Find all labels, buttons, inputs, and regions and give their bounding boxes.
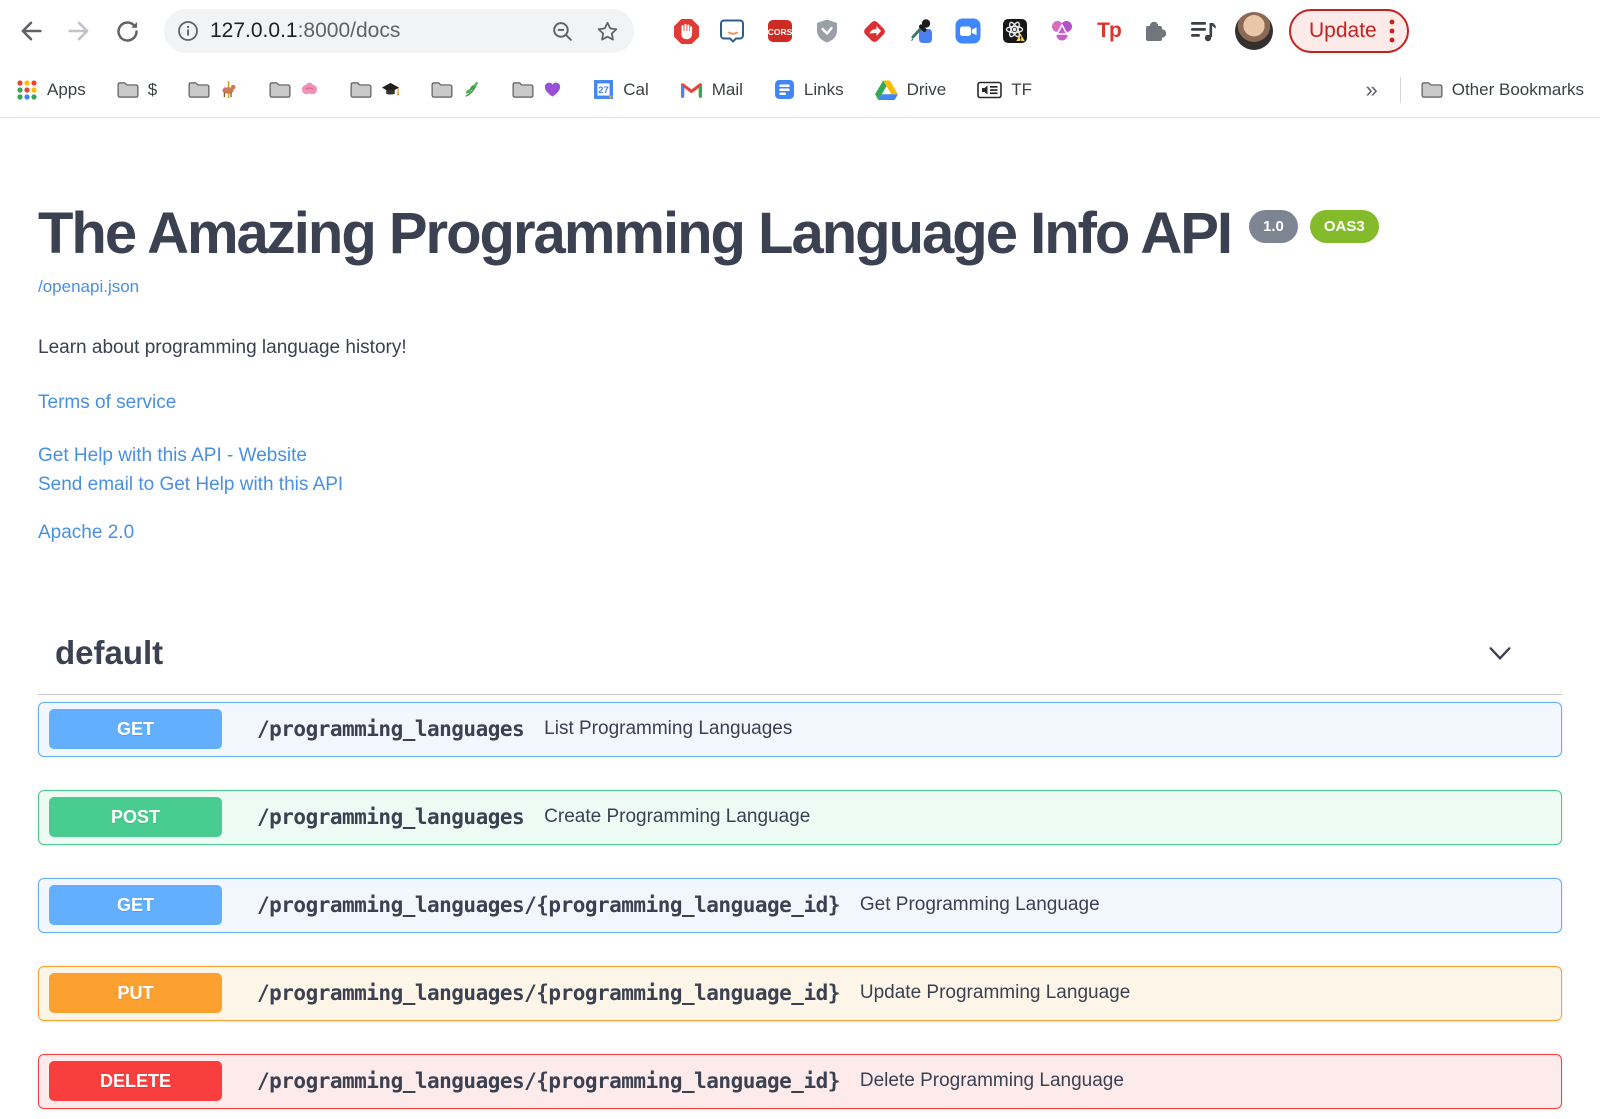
other-bookmarks[interactable]: Other Bookmarks [1421, 80, 1584, 100]
profile-avatar[interactable] [1235, 12, 1273, 50]
oas3-badge: OAS3 [1309, 210, 1379, 243]
purple-heart-icon [545, 82, 561, 97]
color-eyedropper-icon[interactable] [907, 17, 935, 45]
herb-icon [465, 81, 479, 97]
terms-of-service-link[interactable]: Terms of service [38, 392, 1562, 414]
bookmark-mail[interactable]: Mail [680, 80, 743, 100]
share-diamond-arrow-icon[interactable] [860, 17, 888, 45]
bookmark-calendar[interactable]: 27 Cal [593, 79, 649, 100]
zoom-video-camera-icon[interactable] [954, 17, 982, 45]
music-playlist-icon[interactable] [1189, 17, 1217, 45]
swagger-page: The Amazing Programming Language Info AP… [0, 201, 1600, 1109]
bookmark-folder-brain[interactable] [269, 80, 319, 99]
google-calendar-icon: 27 [594, 80, 614, 99]
carousel-horse-icon [222, 80, 236, 99]
adblock-stop-hand-icon[interactable] [672, 17, 700, 45]
endpoint-summary: Update Programming Language [859, 982, 1131, 1004]
bookmark-tf[interactable]: TF [977, 80, 1032, 100]
get-help-website-link[interactable]: Get Help with this API - Website [38, 441, 1562, 470]
bookmark-folder-herb[interactable] [431, 80, 481, 99]
reload-button[interactable] [110, 14, 144, 48]
bookmark-links[interactable]: Links [774, 79, 844, 100]
site-info-icon[interactable] [176, 19, 200, 43]
zoom-out-icon[interactable] [550, 19, 575, 44]
update-button[interactable]: Update [1289, 9, 1409, 53]
bookmarks-bar: Apps $ 27 Cal Mail Links Drive TF » Othe… [0, 62, 1600, 118]
license-link[interactable]: Apache 2.0 [38, 522, 1562, 544]
browser-toolbar: 127.0.0.1:8000/docs CORS Tp Update [0, 0, 1600, 62]
openapi-json-link[interactable]: /openapi.json [38, 277, 139, 297]
brain-icon [302, 82, 318, 95]
endpoint-row-get-list[interactable]: GET /programming_languages List Programm… [38, 701, 1562, 757]
method-badge: GET [49, 885, 222, 926]
gmail-icon [680, 83, 702, 98]
forward-icon [68, 21, 89, 41]
bookmark-drive[interactable]: Drive [874, 79, 946, 100]
purple-recycle-icon[interactable] [1048, 17, 1076, 45]
folder-icon [188, 81, 210, 98]
svg-text:27: 27 [598, 85, 609, 96]
send-email-link[interactable]: Send email to Get Help with this API [38, 470, 1562, 499]
bookmarks-overflow-chevron[interactable]: » [1365, 77, 1377, 103]
section-title: default [55, 633, 164, 671]
endpoint-row-get-one[interactable]: GET /programming_languages/{programming_… [38, 877, 1562, 933]
reload-icon [116, 20, 138, 42]
folder-icon [117, 81, 139, 98]
endpoint-row-delete[interactable]: DELETE /programming_languages/{programmi… [38, 1053, 1562, 1109]
svg-text:CORS: CORS [768, 27, 793, 37]
endpoint-path: /programming_languages [257, 805, 525, 830]
method-badge: POST [49, 797, 222, 838]
links-list-icon [774, 80, 794, 99]
tp-extension-icon[interactable]: Tp [1095, 17, 1123, 45]
endpoint-path: /programming_languages [257, 717, 525, 742]
google-drive-icon [874, 79, 898, 100]
url-bar[interactable]: 127.0.0.1:8000/docs [164, 9, 634, 53]
bookmark-folder-graduation[interactable] [350, 80, 400, 99]
apps-grid-icon [17, 79, 37, 100]
endpoint-row-put-update[interactable]: PUT /programming_languages/{programming_… [38, 965, 1562, 1021]
update-label: Update [1309, 19, 1377, 42]
back-button[interactable] [14, 14, 48, 48]
url-text[interactable]: 127.0.0.1:8000/docs [210, 19, 550, 43]
bookmarks-divider [1399, 76, 1401, 103]
folder-icon [1421, 81, 1443, 98]
kebab-menu-icon[interactable] [1389, 18, 1395, 44]
section-header-default[interactable]: default [38, 634, 1562, 695]
bookmark-folder-purple-heart[interactable] [512, 80, 562, 99]
bookmark-apps[interactable]: Apps [16, 79, 86, 101]
forward-button[interactable] [62, 14, 96, 48]
folder-icon [350, 81, 372, 98]
endpoint-row-post-create[interactable]: POST /programming_languages Create Progr… [38, 789, 1562, 845]
react-devtools-icon[interactable] [1001, 17, 1029, 45]
method-badge: PUT [49, 973, 222, 1014]
chat-bubble-icon[interactable] [719, 17, 747, 45]
page-title: The Amazing Programming Language Info AP… [38, 201, 1233, 266]
folder-icon [512, 81, 534, 98]
chevron-down-icon[interactable] [1486, 639, 1514, 667]
graduation-cap-icon [382, 82, 400, 96]
method-badge: DELETE [49, 1061, 222, 1102]
endpoint-summary: Create Programming Language [544, 806, 811, 828]
endpoint-path: /programming_languages/{programming_lang… [257, 893, 840, 918]
folder-icon [431, 81, 453, 98]
version-badge: 1.0 [1249, 210, 1298, 243]
shield-check-icon[interactable] [813, 17, 841, 45]
endpoint-path: /programming_languages/{programming_lang… [257, 1069, 840, 1094]
speaker-card-icon [977, 81, 1003, 98]
bookmark-folder-carousel[interactable] [188, 80, 238, 99]
endpoint-path: /programming_languages/{programming_lang… [257, 981, 840, 1006]
endpoint-summary: Delete Programming Language [859, 1070, 1124, 1092]
bookmark-folder-dollar[interactable]: $ [117, 80, 157, 100]
endpoint-summary: Get Programming Language [859, 894, 1100, 916]
api-description: Learn about programming language history… [38, 336, 407, 358]
endpoint-list: GET /programming_languages List Programm… [38, 695, 1562, 1109]
endpoint-summary: List Programming Languages [544, 718, 793, 740]
bookmark-star-icon[interactable] [595, 19, 620, 44]
folder-icon [269, 81, 291, 98]
method-badge: GET [49, 709, 222, 750]
back-icon [21, 21, 42, 41]
extension-strip: CORS Tp [672, 17, 1217, 45]
cors-icon[interactable]: CORS [766, 17, 794, 45]
puzzle-extensions-icon[interactable] [1142, 17, 1170, 45]
